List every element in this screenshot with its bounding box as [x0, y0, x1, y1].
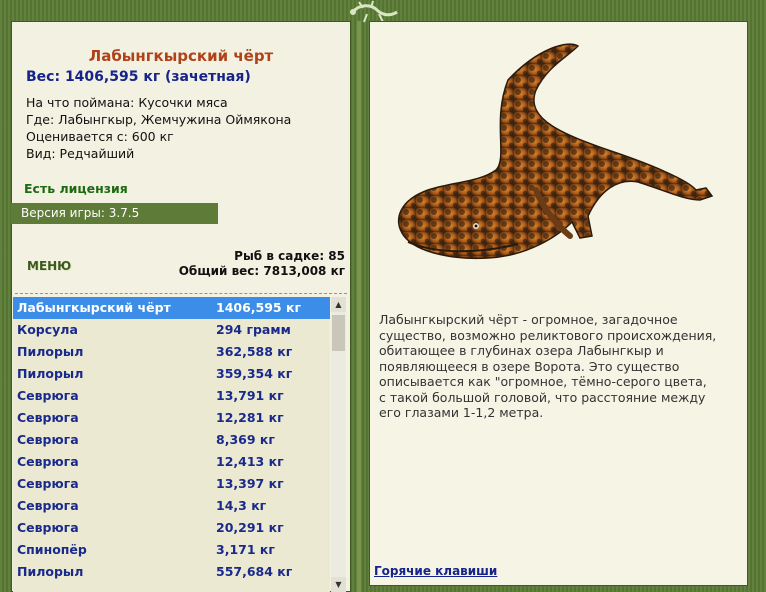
fish-weight-cell: 14,3 кг	[216, 498, 267, 513]
fish-name: Пилорыл	[17, 366, 84, 381]
fish-list-row[interactable]: Пилорыл 557,684 кг	[13, 561, 330, 583]
fish-weight-cell: 20,291 кг	[216, 520, 284, 535]
fish-list-row[interactable]: Севрюга 12,413 кг	[13, 451, 330, 473]
fish-name: Спинопёр	[17, 542, 87, 557]
fish-list-row[interactable]: Севрюга 14,3 кг	[13, 495, 330, 517]
menu-button[interactable]: МЕНЮ	[27, 259, 71, 273]
scroll-down-icon[interactable]: ▼	[331, 577, 346, 592]
version-bar: Версия игры: 3.7.5	[11, 203, 218, 224]
fish-name: Севрюга	[17, 432, 79, 447]
fish-name: Корсула	[17, 322, 78, 337]
fish-name: Севрюга	[17, 410, 79, 425]
fish-weight-cell: 557,684 кг	[216, 564, 293, 579]
fish-list-row[interactable]: Корсула 294 грамм	[13, 319, 330, 341]
fish-list-row[interactable]: Севрюга 13,791 кг	[13, 385, 330, 407]
fish-count: Рыб в садке: 85	[234, 249, 345, 263]
giant-salamander-image	[397, 43, 714, 260]
panel-divider	[357, 21, 361, 592]
fish-list-scrollbar[interactable]: ▲ ▼	[331, 297, 346, 592]
fish-list-row[interactable]: Пилорыл 362,588 кг	[13, 341, 330, 363]
license-status: Есть лицензия	[24, 181, 128, 196]
fish-list-row[interactable]: Пилорыл 359,354 кг	[13, 363, 330, 385]
fish-weight-cell: 359,354 кг	[216, 366, 293, 381]
fish-weight-cell: 8,369 кг	[216, 432, 275, 447]
fish-list-row[interactable]: Севрюга 12,281 кг	[13, 407, 330, 429]
fish-weight-cell: 12,281 кг	[216, 410, 284, 425]
fish-name: Пилорыл	[17, 564, 84, 579]
bait-info: На что поймана: Кусочки мяса	[26, 95, 228, 110]
fish-list-row[interactable]: Севрюга 8,369 кг	[13, 429, 330, 451]
hotkeys-link[interactable]: Горячие клавиши	[374, 564, 497, 578]
kind-info: Вид: Редчайший	[26, 146, 135, 161]
fish-weight: Вес: 1406,595 кг (зачетная)	[26, 69, 251, 85]
total-weight: Общий вес: 7813,008 кг	[178, 264, 345, 278]
fish-list[interactable]: Лабынгкырский чёрт 1406,595 кг Корсула 294 …	[13, 297, 330, 592]
fish-weight-cell: 12,413 кг	[216, 454, 284, 469]
fish-list-row[interactable]: Спинопёр 3,171 кг	[13, 539, 330, 561]
section-divider	[15, 293, 347, 294]
scroll-thumb[interactable]	[332, 315, 345, 351]
location-info: Где: Лабынгкыр, Жемчужина Оймякона	[26, 112, 292, 127]
keepnet-stats: Рыб в садке: 85 Общий вес: 7813,008 кг	[179, 249, 345, 279]
fish-weight-cell: 13,791 кг	[216, 388, 284, 403]
fish-list-row[interactable]: Севрюга 20,291 кг	[13, 517, 330, 539]
value-info: Оценивается с: 600 кг	[26, 129, 174, 144]
scroll-up-icon[interactable]: ▲	[331, 297, 346, 312]
fish-weight-cell: 13,397 кг	[216, 476, 284, 491]
fish-title: Лабынгкырский чёрт	[88, 47, 274, 65]
fish-name: Лабынгкырский чёрт	[17, 300, 171, 315]
fish-name: Севрюга	[17, 388, 79, 403]
fish-weight-cell: 1406,595 кг	[216, 300, 301, 315]
fish-name: Севрюга	[17, 498, 79, 513]
fish-name: Севрюга	[17, 520, 79, 535]
fish-name: Пилорыл	[17, 344, 84, 359]
fish-weight-cell: 3,171 кг	[216, 542, 275, 557]
fish-name: Севрюга	[17, 454, 79, 469]
catch-details: На что поймана: Кусочки мяса Где: Лабынг…	[26, 94, 291, 162]
fish-weight-cell: 294 грамм	[216, 322, 291, 337]
fish-weight-cell: 362,588 кг	[216, 344, 293, 359]
fish-list-row[interactable]: Лабынгкырский чёрт 1406,595 кг	[13, 297, 330, 319]
fish-list-row[interactable]: Севрюга 13,397 кг	[13, 473, 330, 495]
fish-name: Севрюга	[17, 476, 79, 491]
fish-description: Лабынгкырский чёрт - огромное, загадочно…	[379, 312, 717, 420]
